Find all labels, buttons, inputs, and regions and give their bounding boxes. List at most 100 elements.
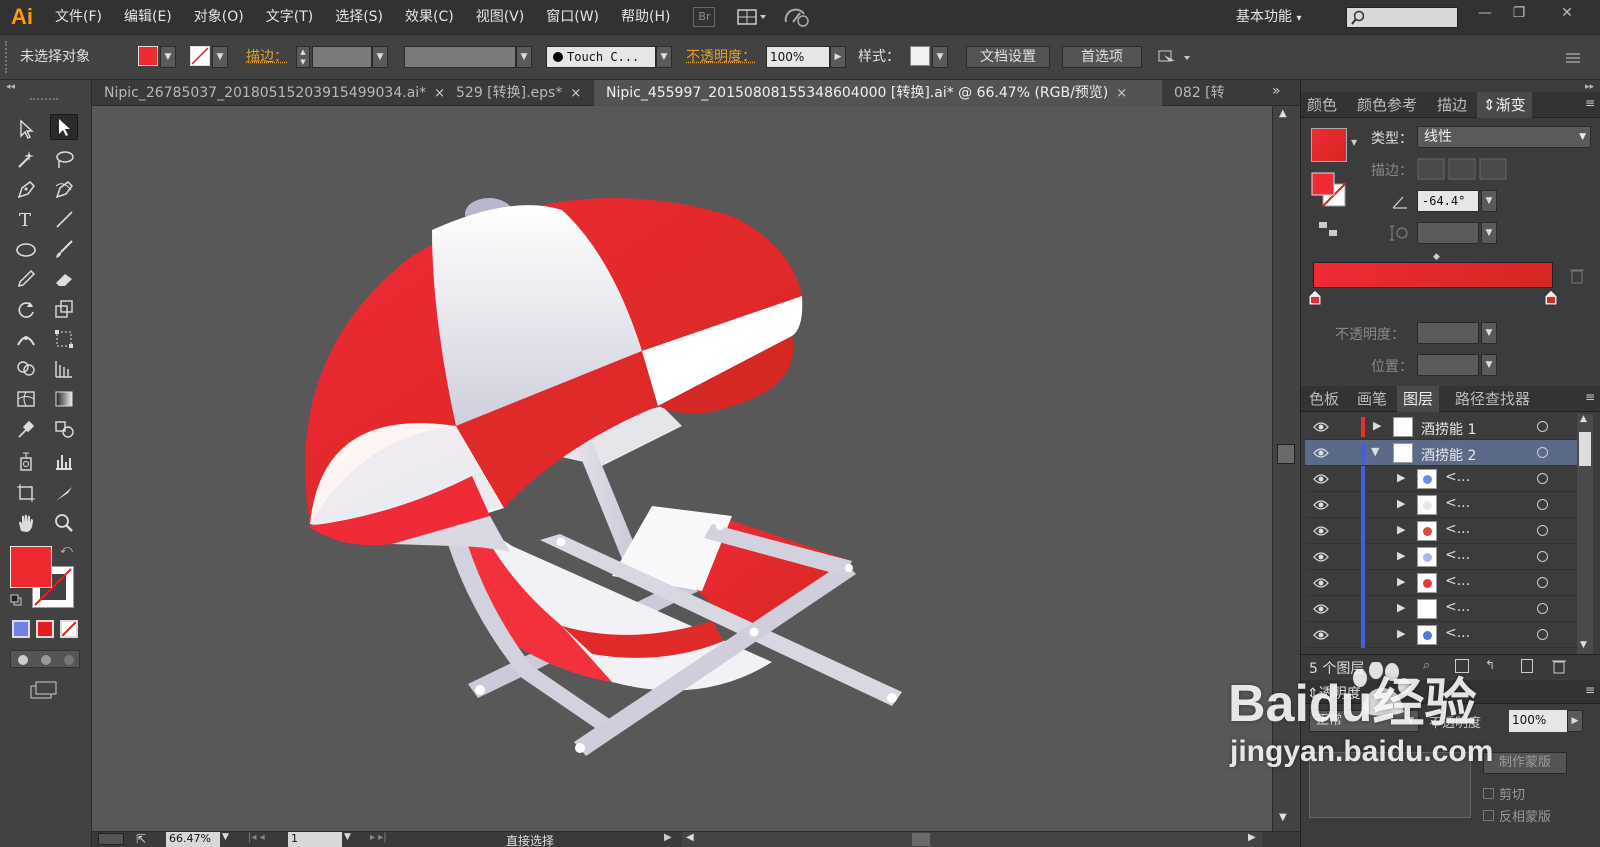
gradient-location-dropdown[interactable]: ▼ — [1481, 354, 1497, 376]
document-tab[interactable]: 529 [转换].eps* × — [444, 80, 594, 106]
layer-target-icon[interactable] — [1537, 421, 1548, 432]
status-menu-arrow-icon[interactable]: ▶ — [664, 832, 672, 843]
sublayer-name[interactable]: <... — [1445, 573, 1470, 589]
selection-tool-icon[interactable] — [12, 116, 40, 142]
clip-checkbox[interactable]: 剪切 — [1483, 784, 1525, 803]
layers-scroll-down-icon[interactable]: ▼ — [1580, 640, 1587, 650]
swap-fill-stroke-icon[interactable]: ⤺ — [60, 542, 73, 557]
menu-window[interactable]: 窗口(W) — [535, 0, 610, 34]
toolbar-collapse-icon[interactable]: ◂◂ — [6, 82, 15, 92]
shape-builder-tool-icon[interactable] — [12, 356, 40, 382]
aspect-ratio-input[interactable] — [1417, 222, 1479, 244]
layers-scrollbar[interactable]: ▲ ▼ — [1577, 414, 1593, 654]
menu-file[interactable]: 文件(F) — [44, 0, 113, 34]
tab-color-guide[interactable]: 颜色参考 — [1357, 92, 1417, 118]
sublayer-row[interactable]: ▶ <... — [1305, 622, 1577, 648]
fill-color-swatch[interactable] — [138, 46, 158, 66]
menu-help[interactable]: 帮助(H) — [610, 0, 681, 34]
first-artboard-icon[interactable]: |◂ ◂ — [248, 832, 265, 843]
expand-triangle-icon[interactable]: ▶ — [1373, 419, 1381, 432]
visibility-eye-icon[interactable] — [1313, 447, 1329, 459]
menu-object[interactable]: 对象(O) — [183, 0, 255, 34]
tab-layers[interactable]: 图层 — [1397, 386, 1440, 412]
ellipse-tool-icon[interactable] — [12, 236, 40, 262]
reverse-gradient-icon[interactable] — [1317, 220, 1341, 240]
sublayer-row[interactable]: ▶ <... — [1305, 570, 1577, 596]
blend-tool-icon[interactable] — [50, 416, 78, 442]
width-tool-icon[interactable] — [12, 326, 40, 352]
scroll-down-arrow-icon[interactable]: ▼ — [1279, 812, 1287, 823]
arrange-documents-icon[interactable] — [737, 7, 769, 27]
close-window-button[interactable]: ✕ — [1550, 2, 1584, 24]
beach-chair-umbrella-artwork[interactable] — [92, 106, 1272, 831]
screen-mode-icon[interactable] — [30, 680, 58, 700]
canvas-horizontal-scrollbar[interactable]: ◀ ▶ — [682, 832, 1262, 847]
fill-dropdown[interactable]: ▼ — [160, 46, 176, 68]
layers-panel-menu-icon[interactable]: ≡ — [1585, 390, 1595, 404]
layer-name[interactable]: 酒捞能 1 — [1421, 419, 1476, 439]
style-dropdown[interactable]: ▼ — [932, 46, 948, 68]
stroke-dropdown[interactable]: ▼ — [212, 46, 228, 68]
artboard-tool-icon[interactable] — [12, 480, 40, 506]
panel-menu-icon[interactable] — [1562, 46, 1582, 68]
page-input[interactable]: 1 — [288, 832, 342, 847]
gradient-angle-input[interactable]: -64.4° — [1417, 190, 1479, 212]
stroke-none-swatch[interactable] — [190, 46, 210, 66]
layer-target-icon[interactable] — [1537, 447, 1548, 458]
visibility-eye-icon[interactable] — [1313, 473, 1329, 485]
transparency-panel-menu-icon[interactable]: ≡ — [1585, 683, 1595, 697]
gradient-opacity-dropdown[interactable]: ▼ — [1481, 322, 1497, 344]
help-search-input[interactable] — [1346, 7, 1458, 28]
fill-stroke-toggle[interactable] — [1311, 172, 1347, 208]
gradient-angle-dropdown[interactable]: ▼ — [1481, 190, 1497, 212]
stroke-weight-dropdown[interactable]: ▼ — [372, 46, 388, 68]
transparency-opacity-input[interactable]: 100% — [1509, 710, 1567, 732]
free-transform-tool-icon[interactable] — [50, 326, 78, 352]
tab-swatches[interactable]: 色板 — [1309, 386, 1339, 412]
sublayer-name[interactable]: <... — [1445, 521, 1470, 537]
tab-pathfinder[interactable]: 路径查找器 — [1455, 386, 1530, 412]
delete-stop-icon[interactable] — [1569, 266, 1585, 284]
sublayer-name[interactable]: <... — [1445, 547, 1470, 563]
color-mode-button[interactable] — [12, 620, 30, 638]
magic-wand-tool-icon[interactable] — [12, 146, 40, 172]
menu-effect[interactable]: 效果(C) — [394, 0, 465, 34]
pencil-tool-icon[interactable] — [12, 266, 40, 292]
layer-name[interactable]: 酒捞能 2 — [1421, 445, 1476, 465]
graphic-style-swatch[interactable] — [910, 46, 930, 66]
gradient-thumbnail[interactable] — [1311, 128, 1347, 162]
type-tool-icon[interactable]: T — [12, 206, 40, 232]
horizontal-scroll-thumb[interactable] — [912, 833, 930, 846]
expand-triangle-icon[interactable]: ▶ — [1397, 627, 1405, 640]
hand-tool-icon[interactable] — [12, 510, 40, 536]
column-graph-tool-icon[interactable] — [50, 448, 78, 474]
document-tab[interactable]: 082 [转 — [1162, 80, 1262, 106]
expand-triangle-icon[interactable]: ▶ — [1397, 549, 1405, 562]
menu-view[interactable]: 视图(V) — [465, 0, 536, 34]
sublayer-row[interactable]: ▶ <... — [1305, 466, 1577, 492]
sublayer-row[interactable]: ▶ <... — [1305, 596, 1577, 622]
last-artboard-icon[interactable]: ▸ ▸| — [370, 832, 387, 843]
stroke-label[interactable]: 描边： — [246, 46, 288, 68]
zoom-input[interactable]: 66.47% — [166, 832, 220, 847]
new-layer-icon[interactable] — [1521, 659, 1533, 673]
zoom-dropdown[interactable]: ▼ — [222, 832, 229, 842]
gradient-location-input[interactable] — [1417, 354, 1479, 376]
stroke-weight-stepper[interactable]: ▲ ▼ — [296, 46, 310, 68]
variable-width-profile[interactable] — [404, 46, 516, 68]
scroll-right-arrow-icon[interactable]: ▶ — [1248, 832, 1256, 843]
sublayer-name[interactable]: <... — [1445, 469, 1470, 485]
brush-definition[interactable]: Touch C... — [546, 46, 656, 68]
vertical-scroll-thumb[interactable] — [1277, 444, 1295, 464]
new-sublayer-icon[interactable]: ↰ — [1485, 658, 1495, 672]
locate-object-icon[interactable]: ⌕ — [1423, 658, 1430, 673]
menu-edit[interactable]: 编辑(E) — [113, 0, 183, 34]
opacity-slider-button[interactable]: ▶ — [830, 46, 846, 68]
mesh-tool-icon[interactable] — [12, 386, 40, 412]
sublayer-name[interactable]: <... — [1445, 625, 1470, 641]
visibility-eye-icon[interactable] — [1313, 551, 1329, 563]
layers-scroll-thumb[interactable] — [1579, 432, 1591, 466]
visibility-eye-icon[interactable] — [1313, 577, 1329, 589]
restore-button[interactable]: ❐ — [1502, 2, 1536, 24]
tab-color[interactable]: 颜色 — [1307, 92, 1337, 118]
